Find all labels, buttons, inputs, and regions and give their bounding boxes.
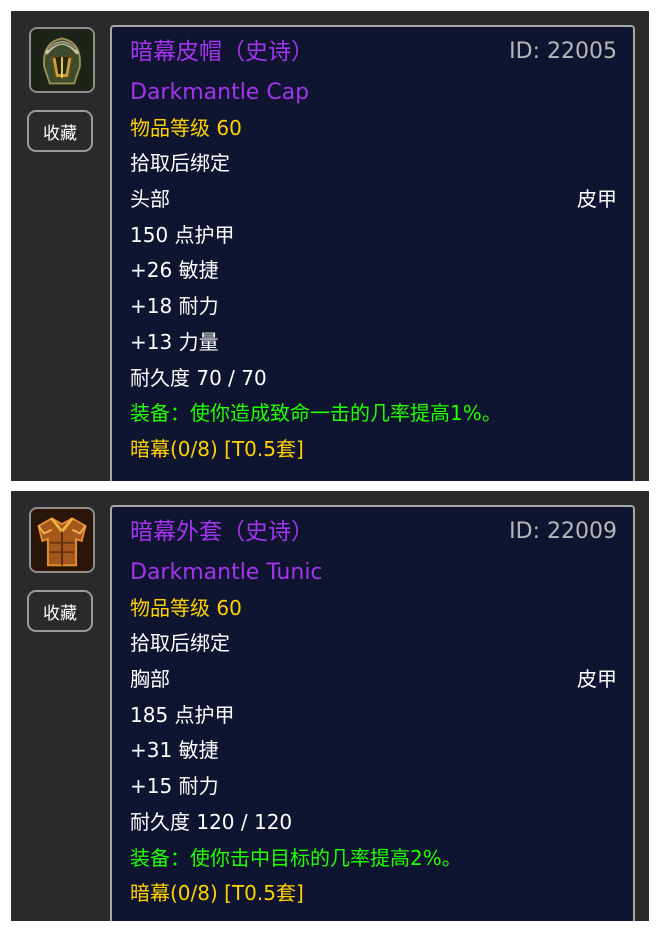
helmet-icon[interactable] xyxy=(29,27,95,93)
durability: 耐久度 120 / 120 xyxy=(130,809,293,834)
bind-type: 拾取后绑定 xyxy=(130,151,230,176)
equip-effect: 装备：使你造成致命一击的几率提高1%。 xyxy=(130,401,502,426)
chest-armor-icon[interactable] xyxy=(29,507,95,573)
stat-line: +26 敏捷 xyxy=(130,258,219,283)
item-id: ID: 22005 xyxy=(509,39,617,64)
item-level: 物品等级 60 xyxy=(130,595,242,620)
item-level: 物品等级 60 xyxy=(130,115,242,140)
item-panel: 收藏 暗幕外套（史诗） ID: 22009 Darkmantle Tunic 物… xyxy=(11,491,649,921)
stat-line: +15 耐力 xyxy=(130,774,219,799)
item-tooltip: 暗幕外套（史诗） ID: 22009 Darkmantle Tunic 物品等级… xyxy=(110,505,635,921)
armor-type: 皮甲 xyxy=(577,187,617,212)
set-name: 暗幕(0/8) [T0.5套] xyxy=(130,436,304,461)
armor-type: 皮甲 xyxy=(577,667,617,692)
tooltip-header: 暗幕外套（史诗） ID: 22009 xyxy=(130,509,617,555)
armor-value: 185 点护甲 xyxy=(130,702,235,727)
favorite-button[interactable]: 收藏 xyxy=(27,110,93,152)
equip-effect: 装备：使你击中目标的几率提高2%。 xyxy=(130,845,462,870)
durability: 耐久度 70 / 70 xyxy=(130,365,267,390)
item-name-english: Darkmantle Cap xyxy=(130,80,310,105)
item-slot: 胸部 xyxy=(130,667,170,692)
favorite-button[interactable]: 收藏 xyxy=(27,590,93,632)
tooltip-header: 暗幕皮帽（史诗） ID: 22005 xyxy=(130,29,617,75)
set-name: 暗幕(0/8) [T0.5套] xyxy=(130,881,304,906)
item-name-english: Darkmantle Tunic xyxy=(130,560,323,585)
slot-row: 胸部 皮甲 xyxy=(130,662,617,698)
bind-type: 拾取后绑定 xyxy=(130,631,230,656)
stat-line: +13 力量 xyxy=(130,329,219,354)
slot-row: 头部 皮甲 xyxy=(130,182,617,218)
item-panel: 收藏 暗幕皮帽（史诗） ID: 22005 Darkmantle Cap 物品等… xyxy=(11,11,649,481)
item-tooltip: 暗幕皮帽（史诗） ID: 22005 Darkmantle Cap 物品等级 6… xyxy=(110,25,635,481)
item-slot: 头部 xyxy=(130,187,170,212)
stat-line: +31 敏捷 xyxy=(130,738,219,763)
item-id: ID: 22009 xyxy=(509,519,617,544)
item-name: 暗幕外套（史诗） xyxy=(130,519,314,545)
stat-line: +18 耐力 xyxy=(130,294,219,319)
item-name: 暗幕皮帽（史诗） xyxy=(130,39,314,65)
armor-value: 150 点护甲 xyxy=(130,222,235,247)
